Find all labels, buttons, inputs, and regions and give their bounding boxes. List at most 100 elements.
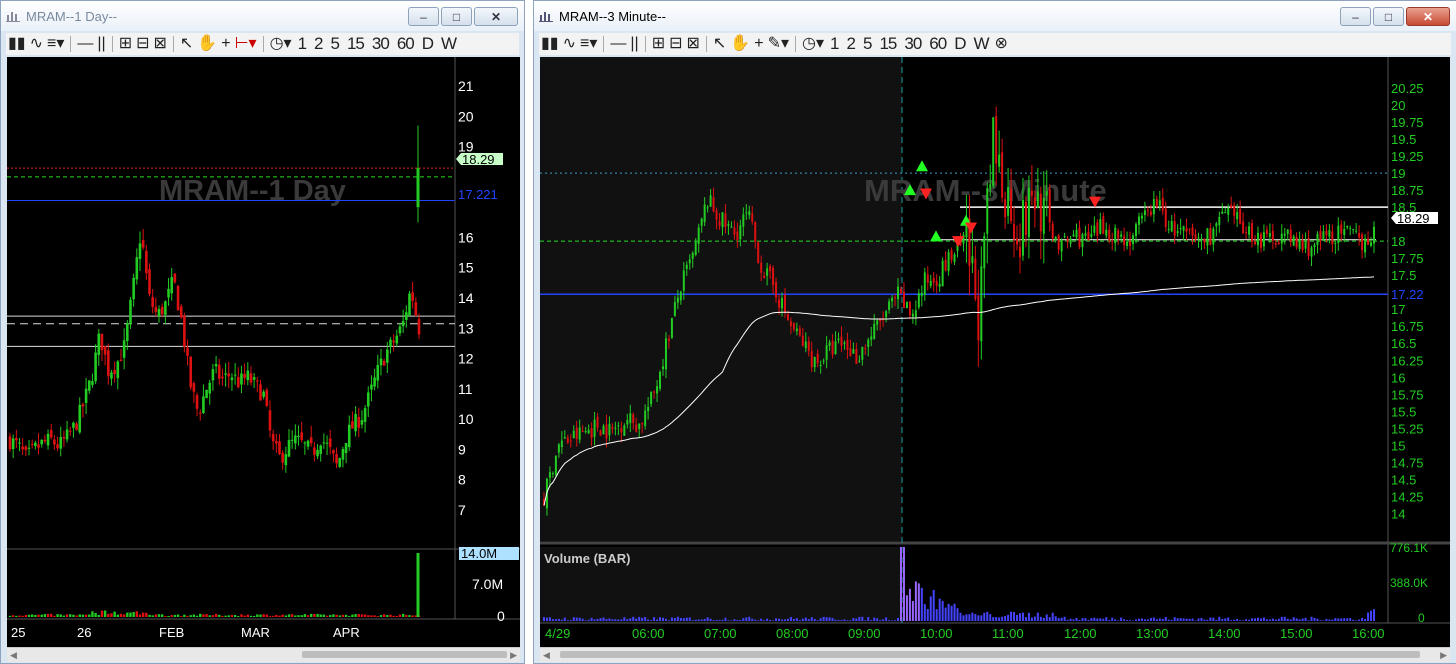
candle-body [701,219,703,226]
volume-bar [974,614,976,621]
price-tick-label: 16 [458,229,474,245]
volume-bar [1192,619,1194,621]
timeframe-15[interactable]: 15 [877,34,898,54]
timeframe-30[interactable]: 30 [370,34,391,54]
clock-icon[interactable]: ◷▾ [802,34,824,54]
timeframe-1[interactable]: 1 [296,34,308,54]
candle-body [948,252,950,271]
zoom-in-icon[interactable]: ⊞ [652,34,665,54]
candle-body [921,293,923,296]
candle-body [629,413,631,423]
candle-body [259,384,262,400]
intraday-price-chart[interactable]: MRAM--3 Minute 20.252019.7519.519.251918… [540,57,1450,647]
indicator-menu-icon[interactable]: ≡▾ [580,34,597,54]
hand-icon[interactable]: ✋ [730,34,750,54]
candle-body [326,443,329,444]
price-tick-label: 18.75 [1391,183,1424,198]
scroll-thumb[interactable] [302,651,507,658]
candle-body [1284,234,1286,236]
zoom-fit-icon[interactable]: ⊠ [687,34,700,54]
volume-bar [1037,613,1039,621]
vertical-line-icon[interactable]: || [97,34,105,54]
volume-bar [716,620,718,621]
volume-bar [94,613,96,617]
volume-bar [1147,619,1149,621]
zoom-fit-icon[interactable]: ⊠ [154,34,167,54]
candle-body [864,348,866,349]
candle-body [719,221,721,225]
intraday-horizontal-scrollbar[interactable]: ◀ ▶ [540,647,1450,662]
level-marker-icon[interactable]: ⊢▾ [235,34,257,54]
candle-body [297,436,300,437]
candle-body [1090,234,1092,237]
maximize-button[interactable]: □ [441,7,472,26]
vertical-line-icon[interactable]: || [630,34,638,54]
time-tick-label: 06:00 [632,626,665,641]
close-button[interactable]: ✕ [474,7,518,26]
timeframe-d[interactable]: D [952,34,967,54]
candle-body [56,444,59,448]
timeframe-d[interactable]: D [420,34,435,54]
time-tick-label: 07:00 [704,626,737,641]
timeframe-30[interactable]: 30 [902,34,923,54]
clock-icon[interactable]: ◷▾ [270,34,292,54]
close-button[interactable]: ✕ [1406,7,1450,26]
timeframe-5[interactable]: 5 [329,34,341,54]
bar-chart-icon[interactable]: ▮▮ [541,34,559,54]
scroll-thumb[interactable] [560,651,1420,658]
timeframe-2[interactable]: 2 [845,34,857,54]
candle-body [1373,227,1375,244]
indicator-menu-icon[interactable]: ≡▾ [47,34,64,54]
minimize-button[interactable]: – [1340,7,1371,26]
daily-horizontal-scrollbar[interactable]: ◀ ▶ [7,647,520,662]
timeframe-15[interactable]: 15 [345,34,366,54]
pointer-icon[interactable]: ↖ [180,34,193,54]
zoom-out-icon[interactable]: ⊟ [669,34,682,54]
candle-body [1070,239,1072,244]
minimize-button[interactable]: – [408,7,439,26]
volume-bar [313,614,315,617]
candle-body [281,453,284,463]
bar-chart-icon[interactable]: ▮▮ [8,34,26,54]
crosshair-icon[interactable]: + [221,34,230,54]
candle-body [1236,212,1238,219]
zoom-out-icon[interactable]: ⊟ [136,34,149,54]
daily-window-title: MRAM--1 Day-- [26,9,406,24]
timeframe-60[interactable]: 60 [395,34,416,54]
candle-body [329,439,332,448]
daily-titlebar[interactable]: MRAM--1 Day-- – □ ✕ [1,1,524,31]
candle-body [389,340,392,347]
candle-body [1239,209,1241,224]
line-chart-icon[interactable]: ∿ [563,34,576,54]
timeframe-2[interactable]: 2 [312,34,324,54]
horizontal-line-icon[interactable]: ― [610,34,626,54]
daily-price-chart[interactable]: MRAM--1 Day 21201916151413121110987 2526… [7,57,520,647]
pointer-icon[interactable]: ↖ [713,34,726,54]
timeframe-w[interactable]: W [971,34,990,54]
pencil-icon[interactable]: ✎▾ [768,34,789,54]
crosshair-icon[interactable]: + [754,34,763,54]
timeframe-60[interactable]: 60 [927,34,948,54]
candle-body [787,314,789,320]
timeframe-5[interactable]: 5 [861,34,873,54]
candle-body [351,421,354,428]
price-tick-label: 14.75 [1391,455,1424,470]
candle-body [218,365,221,379]
timeframe-w[interactable]: W [439,34,458,54]
volume-bar [921,588,923,621]
zoom-in-icon[interactable]: ⊞ [119,34,132,54]
candle-body [310,437,313,443]
line-chart-icon[interactable]: ∿ [30,34,43,54]
close-circle-icon[interactable]: ⊗ [995,34,1008,54]
timeframe-1[interactable]: 1 [828,34,840,54]
maximize-button[interactable]: □ [1373,7,1404,26]
candle-body [632,414,634,423]
candle-body [415,302,418,315]
volume-bar [1269,619,1271,621]
volume-bar [805,618,807,621]
hand-icon[interactable]: ✋ [197,34,217,54]
horizontal-line-icon[interactable]: ― [77,34,93,54]
volume-bar [647,619,649,621]
volume-bar [110,613,112,617]
intraday-titlebar[interactable]: MRAM--3 Minute-- – □ ✕ [534,1,1456,31]
